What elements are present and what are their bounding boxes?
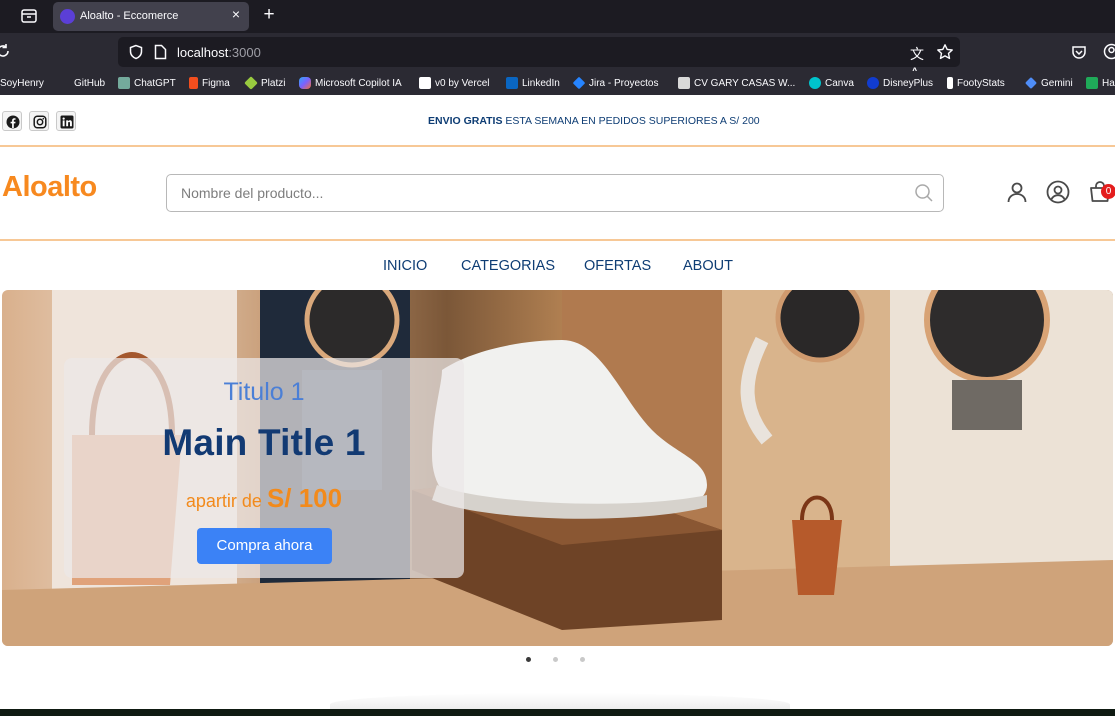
- web-page: ENVIO GRATIS ESTA SEMANA EN PEDIDOS SUPE…: [0, 95, 1115, 716]
- bookmark-chatgpt[interactable]: ChatGPT: [118, 76, 176, 90]
- jira-icon: [572, 76, 586, 90]
- shop-now-button[interactable]: Compra ahora: [197, 528, 332, 564]
- account-icon[interactable]: [1103, 43, 1115, 60]
- translate-icon[interactable]: 文A: [910, 44, 927, 80]
- promo-banner: ENVIO GRATIS ESTA SEMANA EN PEDIDOS SUPE…: [428, 115, 760, 127]
- nav-item-categorias[interactable]: CATEGORIAS: [461, 258, 555, 274]
- profile-circle-icon[interactable]: [1046, 180, 1070, 204]
- search-box: [166, 174, 944, 212]
- bookmark-figma[interactable]: Figma: [189, 76, 230, 90]
- nav-item-ofertas[interactable]: OFERTAS: [584, 258, 651, 274]
- carousel-dot-3[interactable]: [580, 657, 585, 662]
- carousel-dot-1[interactable]: [526, 657, 531, 662]
- bookmark-star-icon[interactable]: [936, 43, 954, 61]
- tab-close-icon[interactable]: ×: [229, 7, 243, 21]
- tab-list-icon[interactable]: [20, 7, 38, 25]
- carousel-dot-2[interactable]: [553, 657, 558, 662]
- tab-title: Aloalto - Eccomerce: [80, 10, 179, 22]
- linkedin-icon: [506, 77, 518, 89]
- carousel-dots: [526, 657, 590, 663]
- chatgpt-icon: [118, 77, 130, 89]
- figma-icon: [189, 77, 198, 89]
- pocket-icon[interactable]: [1071, 44, 1087, 60]
- hero-card: Titulo 1 Main Title 1 apartir de S/ 100 …: [64, 358, 464, 578]
- page-info-icon[interactable]: [154, 44, 167, 60]
- user-icon[interactable]: [1005, 180, 1029, 204]
- tracking-protection-icon[interactable]: [128, 44, 144, 60]
- hero-price-line: apartir de S/ 100: [64, 483, 464, 514]
- facebook-icon: [6, 115, 20, 129]
- browser-tab[interactable]: Aloalto - Eccomerce ×: [53, 2, 249, 31]
- search-icon[interactable]: [914, 183, 934, 203]
- site-logo[interactable]: Aloalto: [2, 171, 97, 204]
- bookmark-canva[interactable]: Canva: [809, 76, 854, 90]
- url-bar[interactable]: localhost:3000 文A: [118, 37, 960, 80]
- bookmark-footystats[interactable]: FootyStats: [947, 76, 1005, 90]
- gemini-icon: [1025, 77, 1037, 89]
- linkedin-link[interactable]: [56, 111, 76, 131]
- browser-tab-bar: Aloalto - Eccomerce × +: [0, 0, 1115, 33]
- nav-item-about[interactable]: ABOUT: [683, 258, 733, 274]
- v0-icon: [419, 77, 431, 89]
- facebook-link[interactable]: [2, 111, 22, 131]
- browser-nav-bar: localhost:3000 文A: [0, 33, 1115, 80]
- hero-price: S/ 100: [266, 483, 343, 513]
- hero-subtitle: Titulo 1: [223, 378, 305, 406]
- bookmark-github[interactable]: GitHub: [74, 76, 105, 90]
- bookmark-platzi[interactable]: Platzi: [244, 76, 285, 90]
- promo-bold-text: ENVIO GRATIS: [428, 115, 503, 127]
- bookmark-soyhenry[interactable]: SoyHenry: [0, 76, 44, 90]
- disney-icon: [867, 77, 879, 89]
- promo-text: ESTA SEMANA EN PEDIDOS SUPERIORES A S/ 2…: [502, 115, 760, 127]
- tab-favicon-icon: [60, 9, 75, 24]
- main-nav: INICIO CATEGORIAS OFERTAS ABOUT: [0, 255, 1115, 277]
- url-port: :3000: [228, 45, 261, 60]
- bookmark-jira[interactable]: Jira - Proyectos: [572, 76, 658, 90]
- instagram-link[interactable]: [29, 111, 49, 131]
- hero-price-prefix: apartir de: [185, 491, 267, 511]
- reload-icon[interactable]: [0, 42, 12, 60]
- search-input[interactable]: [181, 175, 881, 210]
- bookmark-cv[interactable]: CV GARY CASAS W...: [678, 76, 795, 90]
- instagram-icon: [33, 115, 47, 129]
- bookmark-v0[interactable]: v0 by Vercel: [419, 76, 489, 90]
- cart-count-badge: 0: [1101, 184, 1115, 199]
- folder-icon: [678, 77, 690, 89]
- footystats-icon: [947, 77, 953, 89]
- url-host: localhost: [177, 45, 229, 60]
- copilot-icon: [299, 77, 311, 89]
- bookmark-ha[interactable]: Ha: [1086, 76, 1115, 90]
- platzi-icon: [244, 76, 258, 90]
- promo-bar: ENVIO GRATIS ESTA SEMANA EN PEDIDOS SUPE…: [0, 95, 1115, 147]
- new-tab-icon[interactable]: +: [260, 5, 278, 25]
- canva-icon: [809, 77, 821, 89]
- url-text[interactable]: localhost:3000: [177, 45, 261, 60]
- bookmark-linkedin[interactable]: LinkedIn: [506, 76, 560, 90]
- page-bottom-edge: [0, 709, 1115, 716]
- linkedin-icon: [60, 115, 74, 129]
- hero-title: Main Title 1: [162, 422, 366, 463]
- nav-item-inicio[interactable]: INICIO: [383, 258, 427, 274]
- bookmark-gemini[interactable]: Gemini: [1025, 76, 1073, 90]
- ha-icon: [1086, 77, 1098, 89]
- bookmark-copilot[interactable]: Microsoft Copilot IA: [299, 76, 402, 90]
- site-header: Aloalto: [0, 149, 1115, 241]
- hero-carousel[interactable]: Titulo 1 Main Title 1 apartir de S/ 100 …: [2, 290, 1113, 646]
- bookmark-disneyplus[interactable]: DisneyPlus: [867, 76, 933, 90]
- bookmarks-bar: SoyHenry GitHub ChatGPT Figma Platzi Mic…: [0, 71, 1115, 95]
